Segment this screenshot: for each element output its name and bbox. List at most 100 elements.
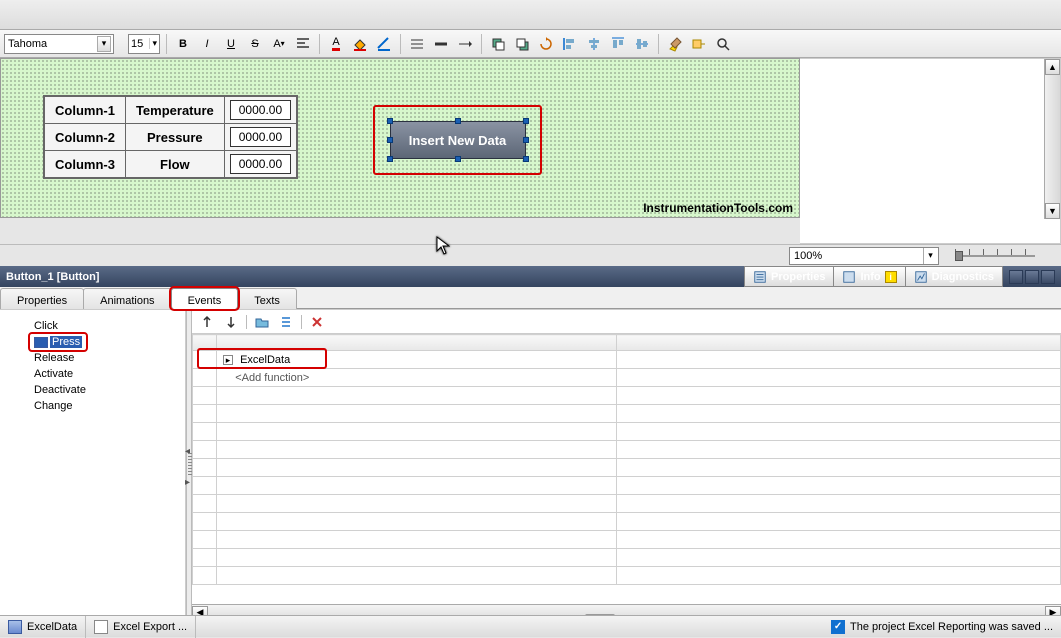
event-item-change[interactable]: Change xyxy=(30,398,185,414)
rotate-button[interactable] xyxy=(536,34,556,54)
slider-thumb[interactable] xyxy=(955,251,963,261)
status-label: ExcelData xyxy=(27,621,77,633)
io-field-3[interactable]: 0000.00 xyxy=(230,154,291,174)
align-button[interactable] xyxy=(293,34,313,54)
function-row-exceldata[interactable]: ▸ ExcelData xyxy=(217,351,617,369)
subtab-texts[interactable]: Texts xyxy=(237,288,297,309)
tag-button[interactable] xyxy=(689,34,709,54)
font-size-value: 15 xyxy=(131,38,143,50)
subtab-animations[interactable]: Animations xyxy=(83,288,171,309)
event-item-click[interactable]: Click xyxy=(30,318,185,334)
tab-label: Diagnostics xyxy=(932,271,994,283)
function-list-panel: ▸ ExcelData <Add function> xyxy=(192,310,1061,620)
dropdown-icon[interactable]: ▾ xyxy=(923,248,937,264)
table-cell-col1: Column-1 xyxy=(45,97,126,124)
add-function-row[interactable]: <Add function> xyxy=(217,369,617,387)
dropdown-icon[interactable]: ▾ xyxy=(149,38,157,49)
dropdown-icon[interactable]: ▾ xyxy=(97,36,111,52)
resize-handle[interactable] xyxy=(523,118,529,124)
zoom-bar: 100% ▾ xyxy=(0,244,1061,266)
event-item-press[interactable]: Press xyxy=(30,334,86,350)
line-style-button[interactable] xyxy=(407,34,427,54)
scroll-down-arrow[interactable]: ▼ xyxy=(1045,203,1060,219)
font-family-value: Tahoma xyxy=(8,38,47,50)
inspector-tab-diagnostics[interactable]: Diagnostics xyxy=(905,266,1003,287)
statusbar-item-exceldata[interactable]: ExcelData xyxy=(0,616,86,638)
diagnostics-icon xyxy=(914,270,928,284)
design-canvas-area: Column-1 Temperature 0000.00 Column-2 Pr… xyxy=(0,58,1061,244)
tab-label: Info xyxy=(860,271,880,283)
function-name: ExcelData xyxy=(240,354,290,366)
fill-color-button[interactable] xyxy=(350,34,370,54)
resize-handle[interactable] xyxy=(523,156,529,162)
table-cell-col3: Column-3 xyxy=(45,151,126,178)
window-button-3[interactable] xyxy=(1041,270,1055,284)
zoom-selection-button[interactable] xyxy=(713,34,733,54)
vertical-scrollbar[interactable]: ▲ ▼ xyxy=(1044,59,1060,219)
line-ends-button[interactable] xyxy=(455,34,475,54)
align-center-h-button[interactable] xyxy=(584,34,604,54)
resize-handle[interactable] xyxy=(387,118,393,124)
scroll-up-arrow[interactable]: ▲ xyxy=(1045,59,1060,75)
align-top-button[interactable] xyxy=(608,34,628,54)
expand-icon[interactable]: ▸ xyxy=(223,355,233,365)
info-icon xyxy=(842,270,856,284)
resize-handle[interactable] xyxy=(387,137,393,143)
function-toolbar xyxy=(192,310,1061,334)
format-toolbar: Tahoma ▾ 15 ▾ B I U S A▾ A xyxy=(0,30,1061,58)
event-item-release[interactable]: Release xyxy=(30,350,185,366)
align-left-button[interactable] xyxy=(560,34,580,54)
italic-button[interactable]: I xyxy=(197,34,217,54)
delete-button[interactable] xyxy=(308,313,326,331)
insert-new-data-button[interactable]: Insert New Data xyxy=(390,121,526,159)
inspector-tab-info[interactable]: Info i xyxy=(833,266,905,287)
zoom-slider[interactable] xyxy=(949,249,1041,263)
move-down-button[interactable] xyxy=(222,313,240,331)
inspector-tab-properties[interactable]: Properties xyxy=(744,266,834,287)
event-item-deactivate[interactable]: Deactivate xyxy=(30,382,185,398)
resize-handle[interactable] xyxy=(523,137,529,143)
line-width-button[interactable] xyxy=(431,34,451,54)
folder-button[interactable] xyxy=(253,313,271,331)
font-size-combo[interactable]: 15 ▾ xyxy=(128,34,160,54)
button-label: Insert New Data xyxy=(409,133,507,148)
function-grid[interactable]: ▸ ExcelData <Add function> xyxy=(192,334,1061,604)
status-label: Excel Export ... xyxy=(113,621,187,633)
menu-bar-placeholder xyxy=(0,0,1061,30)
underline-button[interactable]: U xyxy=(221,34,241,54)
hmi-screen-canvas[interactable]: Column-1 Temperature 0000.00 Column-2 Pr… xyxy=(0,58,800,218)
data-table: Column-1 Temperature 0000.00 Column-2 Pr… xyxy=(43,95,298,179)
bold-button[interactable]: B xyxy=(173,34,193,54)
line-color-button[interactable] xyxy=(374,34,394,54)
align-center-v-button[interactable] xyxy=(632,34,652,54)
move-up-button[interactable] xyxy=(198,313,216,331)
resize-handle[interactable] xyxy=(455,118,461,124)
table-cell-label3: Flow xyxy=(125,151,224,178)
font-family-combo[interactable]: Tahoma ▾ xyxy=(4,34,114,54)
script-icon xyxy=(34,337,48,348)
status-bar: ExcelData Excel Export ... ✓ The project… xyxy=(0,615,1061,637)
zoom-combo[interactable]: 100% ▾ xyxy=(789,247,939,265)
statusbar-item-excelexport[interactable]: Excel Export ... xyxy=(86,616,196,638)
io-field-2[interactable]: 0000.00 xyxy=(230,127,291,147)
font-style-button[interactable]: A▾ xyxy=(269,34,289,54)
list-button[interactable] xyxy=(277,313,295,331)
bring-front-button[interactable] xyxy=(488,34,508,54)
resize-handle[interactable] xyxy=(387,156,393,162)
highlight-button[interactable] xyxy=(665,34,685,54)
window-button-1[interactable] xyxy=(1009,270,1023,284)
window-button-2[interactable] xyxy=(1025,270,1039,284)
properties-icon xyxy=(753,270,767,284)
subtab-events[interactable]: Events xyxy=(171,288,239,309)
events-editor: Click Press Release Activate Deactivate … xyxy=(0,309,1061,620)
event-list-panel: Click Press Release Activate Deactivate … xyxy=(0,310,186,620)
strikethrough-button[interactable]: S xyxy=(245,34,265,54)
table-cell-label2: Pressure xyxy=(125,124,224,151)
resize-handle[interactable] xyxy=(455,156,461,162)
font-color-button[interactable]: A xyxy=(326,34,346,54)
io-field-1[interactable]: 0000.00 xyxy=(230,100,291,120)
info-badge-icon: i xyxy=(885,271,897,283)
send-back-button[interactable] xyxy=(512,34,532,54)
subtab-properties[interactable]: Properties xyxy=(0,288,84,309)
event-item-activate[interactable]: Activate xyxy=(30,366,185,382)
